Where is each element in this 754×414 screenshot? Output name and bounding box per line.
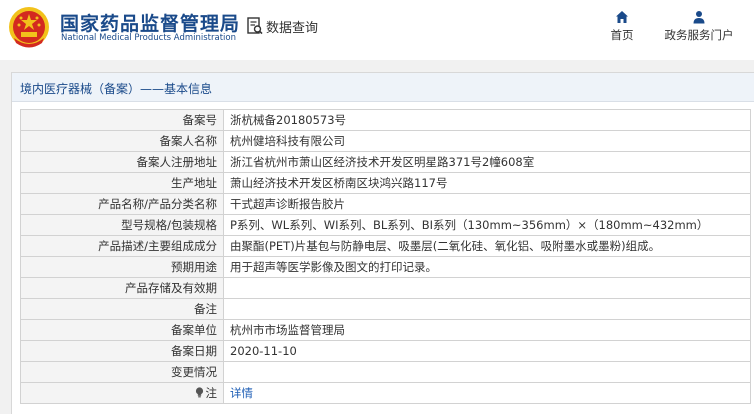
row-value — [223, 298, 751, 320]
row-label: 备注 — [20, 298, 224, 320]
nav-home-label: 首页 — [610, 28, 634, 42]
row-value: P系列、WL系列、WI系列、BL系列、BI系列（130mm~356mm）×（18… — [223, 214, 751, 236]
table-row: 预期用途 用于超声等医学影像及图文的打印记录。 — [20, 256, 751, 278]
row-label: 备案日期 — [20, 340, 224, 362]
table-row: 产品描述/主要组成成分 由聚酯(PET)片基包与防静电层、吸墨层(二氧化硅、氧化… — [20, 235, 751, 257]
row-label: 生产地址 — [20, 172, 224, 194]
row-value: 浙杭械备20180573号 — [223, 109, 751, 131]
table-row: 备案人名称 杭州健培科技有限公司 — [20, 130, 751, 152]
row-value: 干式超声诊断报告胶片 — [223, 193, 751, 215]
note-label: 注 — [205, 386, 218, 400]
national-emblem-icon[interactable] — [8, 6, 50, 52]
row-label: 备案人注册地址 — [20, 151, 224, 173]
table-row: 变更情况 — [20, 361, 751, 383]
row-value: 萧山经济技术开发区桥南区块鸿兴路117号 — [223, 172, 751, 194]
row-label: 备案号 — [20, 109, 224, 131]
panel-title: 境内医疗器械（备案）——基本信息 — [20, 82, 213, 96]
table-row: 备案人注册地址 浙江省杭州市萧山区经济技术开发区明星路371号2幢608室 — [20, 151, 751, 173]
user-icon — [693, 11, 705, 24]
home-icon — [616, 11, 628, 23]
table-row: 备案号 浙杭械备20180573号 — [20, 109, 751, 131]
info-panel: 境内医疗器械（备案）——基本信息 备案号 浙杭械备20180573号 备案人名称… — [11, 72, 754, 414]
row-value: 用于超声等医学影像及图文的打印记录。 — [223, 256, 751, 278]
table-row: 备案日期 2020-11-10 — [20, 340, 751, 362]
record-table: 备案号 浙杭械备20180573号 备案人名称 杭州健培科技有限公司 备案人注册… — [20, 109, 751, 404]
row-value: 杭州市市场监督管理局 — [223, 319, 751, 341]
row-label: 备案单位 — [20, 319, 224, 341]
row-label: 变更情况 — [20, 361, 224, 383]
row-label: 产品描述/主要组成成分 — [20, 235, 224, 257]
data-query-label: 数据查询 — [266, 20, 319, 36]
table-row: 备注 — [20, 298, 751, 320]
row-label: 产品名称/产品分类名称 — [20, 193, 224, 215]
details-link[interactable]: 详情 — [223, 382, 751, 404]
site-header: 国家药品监督管理局 National Medical Products Admi… — [0, 0, 754, 60]
nav-service-portal[interactable]: 政务服务门户 — [660, 10, 738, 43]
table-row: 生产地址 萧山经济技术开发区桥南区块鸿兴路117号 — [20, 172, 751, 194]
row-label: 备案人名称 — [20, 130, 224, 152]
row-label: 预期用途 — [20, 256, 224, 278]
row-value: 由聚酯(PET)片基包与防静电层、吸墨层(二氧化硅、氧化铝、吸附墨水或墨粉)组成… — [223, 235, 751, 257]
document-search-icon — [247, 17, 263, 35]
table-row: 型号规格/包装规格 P系列、WL系列、WI系列、BL系列、BI系列（130mm~… — [20, 214, 751, 236]
data-query-link[interactable]: 数据查询 — [247, 15, 318, 37]
table-row: 注 详情 — [20, 382, 751, 404]
panel-title-bar: 境内医疗器械（备案）——基本信息 — [12, 73, 754, 102]
table-row: 备案单位 杭州市市场监督管理局 — [20, 319, 751, 341]
row-value: 浙江省杭州市萧山区经济技术开发区明星路371号2幢608室 — [223, 151, 751, 173]
bulb-icon — [195, 387, 203, 398]
nav-service-label: 政务服务门户 — [664, 28, 734, 42]
site-subtitle: National Medical Products Administration — [61, 33, 236, 43]
row-value: 杭州健培科技有限公司 — [223, 130, 751, 152]
nav-home[interactable]: 首页 — [605, 10, 639, 43]
row-value: 2020-11-10 — [223, 340, 751, 362]
table-row: 产品名称/产品分类名称 干式超声诊断报告胶片 — [20, 193, 751, 215]
note-label-cell: 注 — [20, 382, 224, 404]
row-value — [223, 361, 751, 383]
row-label: 型号规格/包装规格 — [20, 214, 224, 236]
row-value — [223, 277, 751, 299]
site-title[interactable]: 国家药品监督管理局 — [60, 9, 240, 36]
row-label: 产品存储及有效期 — [20, 277, 224, 299]
table-row: 产品存储及有效期 — [20, 277, 751, 299]
